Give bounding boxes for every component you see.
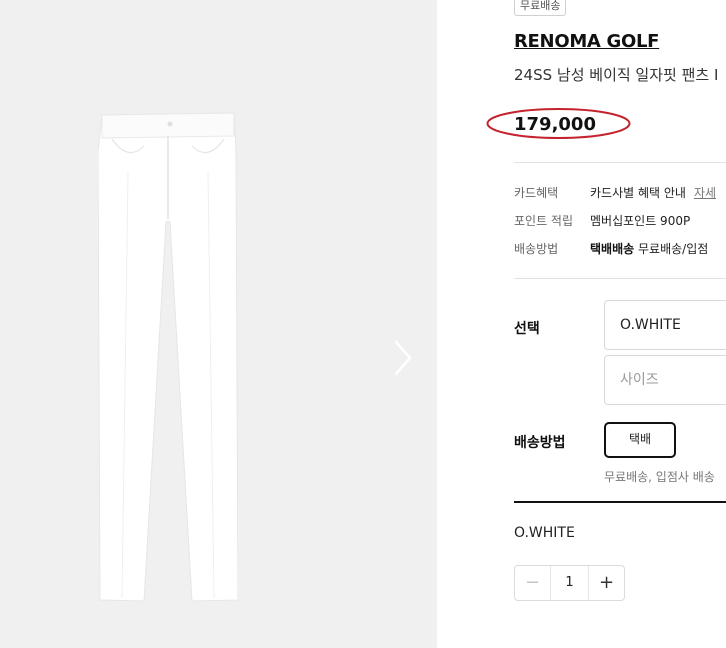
shipping-type: 택배배송 [590,242,635,256]
quantity-value[interactable]: 1 [551,566,588,600]
product-image-gallery [0,0,437,648]
divider [514,501,726,503]
card-benefit-text: 카드사별 혜택 안내 [590,186,686,200]
quantity-stepper: − 1 + [514,565,625,601]
price-highlight-circle [486,108,631,139]
decrease-quantity-button[interactable]: − [515,566,551,600]
selected-option-name: O.WHITE [514,525,575,541]
card-benefit-detail-link[interactable]: 자세 [694,186,716,200]
white-pants-product-image [98,112,238,602]
shipping-note: 무료배송, 입점사 배송 [604,470,715,484]
divider [514,162,726,163]
card-benefit-value: 카드사별 혜택 안내 자세 [590,184,716,201]
point-label: 포인트 적립 [514,214,574,228]
parcel-shipping-button[interactable]: 택배 [604,422,676,458]
product-info-panel: 무료배송 RENOMA GOLF 24SS 남성 베이직 일자핏 팬츠 I 17… [514,0,726,648]
point-value: 멤버십포인트 900P [590,214,691,228]
card-benefit-label: 카드혜택 [514,186,559,200]
product-title: 24SS 남성 베이직 일자핏 팬츠 I [514,66,719,84]
shipping-method-value: 택배배송 무료배송/입점 [590,240,708,257]
free-shipping-badge: 무료배송 [514,0,567,16]
shipping-detail: 무료배송/입점 [638,242,709,256]
increase-quantity-button[interactable]: + [588,566,624,600]
shipping-method-label: 배송방법 [514,242,559,256]
size-select[interactable]: 사이즈 [604,355,726,405]
color-select[interactable]: O.WHITE [604,300,726,350]
option-select-label: 선택 [514,321,540,337]
divider [514,278,726,279]
brand-link[interactable]: RENOMA GOLF [514,31,659,52]
shipping-option-label: 배송방법 [514,435,566,451]
chevron-right-icon[interactable] [390,338,416,378]
